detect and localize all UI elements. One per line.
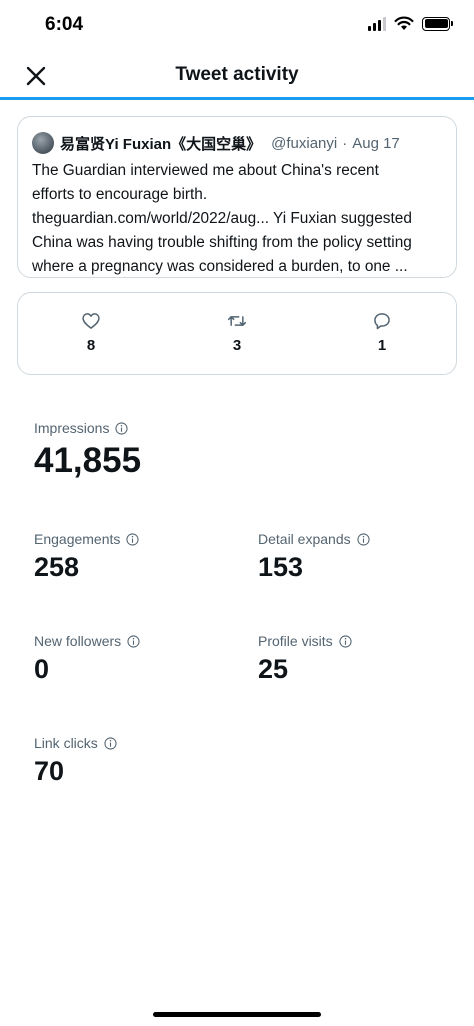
tweet-text-line: where a pregnancy was considered a burde… [32,258,408,275]
likes-stat: 8 [61,311,121,354]
link-clicks-metric: Link clicks 70 [34,734,117,785]
replies-count: 1 [377,337,387,354]
engagements-value: 258 [34,552,80,582]
status-time: 6:04 [45,14,84,35]
info-icon[interactable] [104,736,117,750]
tweet-card[interactable]: 易富贤Yi Fuxian《大国空巢》 @fuxianyi · Aug 17 Th… [17,116,457,278]
replies-stat: 1 [352,311,412,354]
new-followers-metric: New followers 0 [34,632,140,683]
retweets-count: 3 [232,337,242,354]
detail-expands-label: Detail expands [258,531,351,547]
info-icon[interactable] [127,634,140,648]
status-bar: 6:04 [0,0,474,50]
info-icon[interactable] [126,532,139,546]
new-followers-value: 0 [34,654,50,684]
detail-expands-value: 153 [258,552,304,582]
engagements-metric: Engagements 258 [34,530,139,581]
tweet-text-line: theguardian.com/world/2022/aug... Yi Fux… [32,210,412,227]
avatar[interactable] [32,132,54,154]
impressions-label: Impressions [34,420,110,436]
tweet-text-line: The Guardian interviewed me about China'… [32,162,379,179]
cellular-signal-icon [368,16,386,31]
tweet-text-line: efforts to encourage birth. [32,186,208,203]
separator: · [342,134,348,152]
detail-expands-metric: Detail expands 153 [258,530,370,581]
wifi-icon [394,16,414,30]
engagement-card: 8 3 1 [17,292,457,375]
header: Tweet activity [0,50,474,100]
info-icon[interactable] [357,532,370,546]
likes-count: 8 [86,337,96,354]
tweet-header: 易富贤Yi Fuxian《大国空巢》 @fuxianyi · Aug 17 [32,131,442,155]
profile-visits-value: 25 [258,654,289,684]
tweet-text-line: China was having trouble shifting from t… [32,234,412,251]
new-followers-label: New followers [34,633,122,649]
page-title: Tweet activity [175,64,299,85]
retweet-icon [227,316,247,326]
profile-visits-metric: Profile visits 25 [258,632,352,683]
profile-visits-label: Profile visits [258,633,333,649]
author-handle: @fuxianyi [271,134,338,152]
heart-icon [82,313,100,329]
home-indicator[interactable] [153,1012,321,1017]
retweets-stat: 3 [207,311,267,354]
engagements-label: Engagements [34,531,121,547]
impressions-metric: Impressions 41,855 [34,419,141,478]
link-clicks-value: 70 [34,756,65,786]
tweet-text: The Guardian interviewed me about China'… [32,159,442,279]
info-icon[interactable] [115,421,129,435]
reply-icon [374,313,390,330]
status-icons [368,16,453,31]
battery-icon [422,16,453,31]
impressions-value: 41,855 [34,441,142,480]
author-name[interactable]: 易富贤Yi Fuxian《大国空巢》 [60,133,261,154]
info-icon[interactable] [339,634,352,648]
link-clicks-label: Link clicks [34,735,98,751]
tweet-date: Aug 17 [352,134,400,152]
